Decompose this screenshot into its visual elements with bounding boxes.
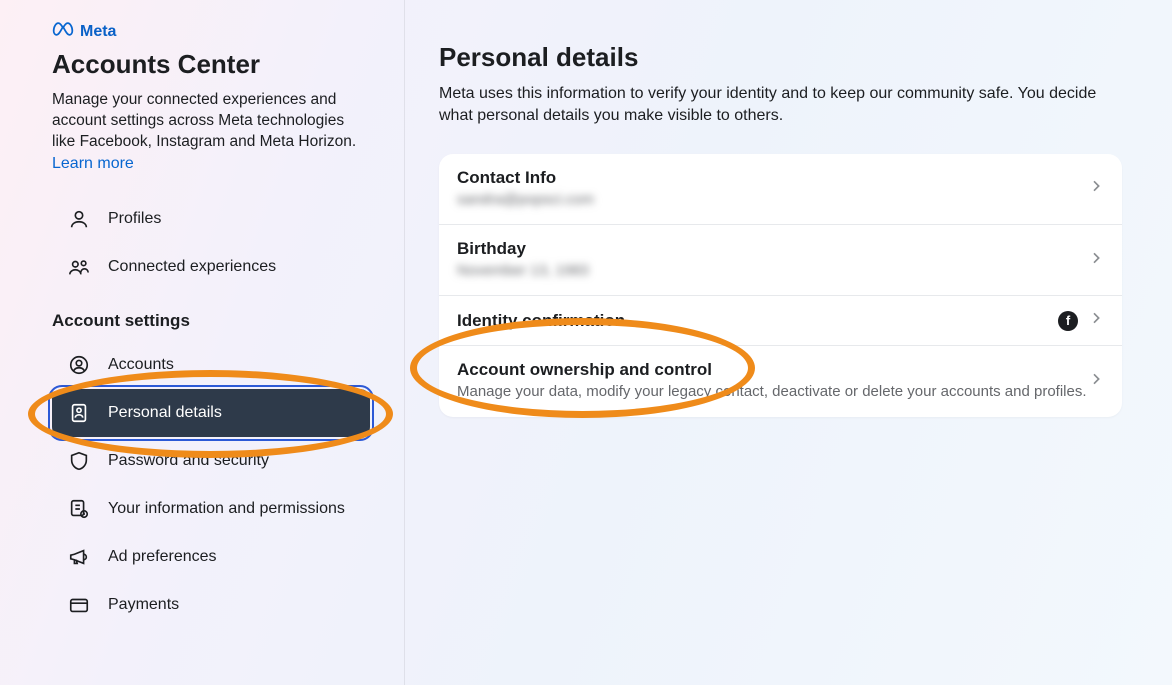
brand-name: Meta: [80, 23, 116, 41]
sidebar-item-label: Personal details: [108, 404, 354, 422]
sidebar-item-label: Connected experiences: [108, 258, 354, 276]
personal-details-card: Contact Info sandra@popsci.com Birthday …: [439, 154, 1122, 417]
row-contact-info[interactable]: Contact Info sandra@popsci.com: [439, 154, 1122, 224]
row-identity-confirmation[interactable]: Identity confirmation f: [439, 295, 1122, 345]
main-content: Personal details Meta uses this informat…: [405, 0, 1172, 685]
sidebar-item-connected-experiences[interactable]: Connected experiences: [52, 243, 370, 291]
chevron-right-icon: [1088, 250, 1104, 271]
row-title: Contact Info: [457, 168, 1088, 188]
chevron-right-icon: [1088, 310, 1104, 331]
personal-details-icon: [68, 402, 90, 424]
meta-logo-icon: [52, 22, 74, 41]
chevron-right-icon: [1088, 178, 1104, 199]
info-permissions-icon: [68, 498, 90, 520]
profile-icon: [68, 208, 90, 230]
sidebar-item-info-permissions[interactable]: Your information and permissions: [52, 485, 370, 533]
sidebar-item-label: Your information and permissions: [108, 500, 354, 518]
row-birthday[interactable]: Birthday November 13, 1983: [439, 224, 1122, 295]
sidebar-item-accounts[interactable]: Accounts: [52, 341, 370, 389]
sidebar-item-label: Profiles: [108, 210, 354, 228]
sidebar-item-label: Password and security: [108, 452, 354, 470]
row-title: Birthday: [457, 239, 1088, 259]
sidebar-item-payments[interactable]: Payments: [52, 581, 370, 629]
account-settings-heading: Account settings: [52, 311, 370, 331]
shield-icon: [68, 450, 90, 472]
learn-more-link[interactable]: Learn more: [52, 155, 134, 173]
sidebar: Meta Accounts Center Manage your connect…: [0, 0, 405, 685]
page-description: Meta uses this information to verify you…: [439, 83, 1122, 128]
row-title: Identity confirmation: [457, 311, 1058, 331]
page-title: Personal details: [439, 42, 1122, 73]
sidebar-item-label: Ad preferences: [108, 548, 354, 566]
chevron-right-icon: [1088, 371, 1104, 392]
sidebar-item-profiles[interactable]: Profiles: [52, 195, 370, 243]
connected-icon: [68, 256, 90, 278]
sidebar-item-password-security[interactable]: Password and security: [52, 437, 370, 485]
row-subtitle: sandra@popsci.com: [457, 190, 1088, 210]
sidebar-description: Manage your connected experiences and ac…: [52, 90, 370, 153]
facebook-badge-icon: f: [1058, 311, 1078, 331]
sidebar-item-label: Payments: [108, 596, 354, 614]
row-subtitle: Manage your data, modify your legacy con…: [457, 382, 1088, 402]
sidebar-title: Accounts Center: [52, 49, 370, 80]
sidebar-item-ad-preferences[interactable]: Ad preferences: [52, 533, 370, 581]
megaphone-icon: [68, 546, 90, 568]
accounts-icon: [68, 354, 90, 376]
sidebar-item-label: Accounts: [108, 356, 354, 374]
card-icon: [68, 594, 90, 616]
row-title: Account ownership and control: [457, 360, 1088, 380]
brand: Meta: [52, 22, 370, 41]
row-subtitle: November 13, 1983: [457, 261, 1088, 281]
row-account-ownership[interactable]: Account ownership and control Manage you…: [439, 345, 1122, 416]
sidebar-item-personal-details[interactable]: Personal details: [52, 389, 370, 437]
